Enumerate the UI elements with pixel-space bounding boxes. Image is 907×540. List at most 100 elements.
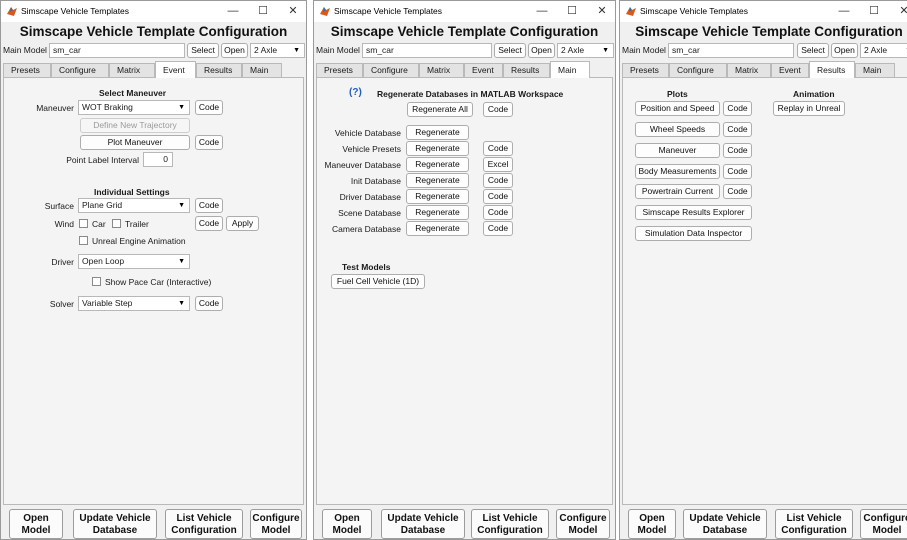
- vehicle-database-regenerate-button[interactable]: Regenerate: [406, 125, 469, 140]
- main-model-input[interactable]: sm_car: [362, 43, 492, 58]
- tab-presets[interactable]: Presets: [3, 63, 51, 77]
- maneuver-database-regenerate-button[interactable]: Regenerate: [406, 157, 469, 172]
- powertrain-current-code-button[interactable]: Code: [723, 184, 752, 199]
- wind-code-button[interactable]: Code: [195, 216, 223, 231]
- data-inspector-button[interactable]: Simulation Data Inspector: [635, 226, 752, 241]
- tab-event[interactable]: Event: [464, 63, 503, 77]
- minimize-button[interactable]: —: [830, 2, 858, 20]
- plot-maneuver-button[interactable]: Plot Maneuver: [80, 135, 190, 150]
- powertrain-current-button[interactable]: Powertrain Current: [635, 184, 720, 199]
- close-button[interactable]: ✕: [588, 2, 615, 20]
- position-speed-code-button[interactable]: Code: [723, 101, 752, 116]
- maximize-button[interactable]: ☐: [558, 2, 586, 20]
- configure-model-button[interactable]: Configure Model: [860, 509, 907, 539]
- driver-dropdown[interactable]: Open Loop ▼: [78, 254, 190, 269]
- list-configuration-button[interactable]: List Vehicle Configuration: [165, 509, 243, 539]
- configure-model-button[interactable]: Configure Model: [556, 509, 610, 539]
- wind-apply-button[interactable]: Apply: [226, 216, 259, 231]
- update-database-button[interactable]: Update Vehicle Database: [73, 509, 157, 539]
- close-button[interactable]: ✕: [890, 2, 907, 20]
- init-database-code-button[interactable]: Code: [483, 173, 513, 188]
- tab-main[interactable]: Main: [242, 63, 282, 77]
- tab-results[interactable]: Results: [809, 61, 855, 78]
- body-measurements-button[interactable]: Body Measurements: [635, 164, 720, 179]
- minimize-button[interactable]: —: [528, 2, 556, 20]
- tab-results[interactable]: Results: [503, 63, 550, 77]
- configure-model-button[interactable]: Configure Model: [250, 509, 302, 539]
- select-button[interactable]: Select: [187, 43, 219, 58]
- select-button[interactable]: Select: [797, 43, 829, 58]
- close-button[interactable]: ✕: [279, 2, 306, 20]
- maximize-button[interactable]: ☐: [249, 2, 277, 20]
- position-speed-button[interactable]: Position and Speed: [635, 101, 720, 116]
- wind-trailer-checkbox[interactable]: [112, 219, 121, 228]
- vehicle-presets-code-button[interactable]: Code: [483, 141, 513, 156]
- open-model-line1: Open: [639, 513, 665, 524]
- open-model-button[interactable]: Open Model: [322, 509, 372, 539]
- tab-matrix[interactable]: Matrix: [109, 63, 155, 77]
- maneuver-code-button[interactable]: Code: [195, 100, 223, 115]
- maneuver-dropdown[interactable]: WOT Braking ▼: [78, 100, 190, 115]
- maneuver-database-excel-button[interactable]: Excel: [483, 157, 513, 172]
- tab-configure[interactable]: Configure: [51, 63, 109, 77]
- pace-car-checkbox[interactable]: [92, 277, 101, 286]
- maximize-button[interactable]: ☐: [860, 2, 888, 20]
- results-panel: Plots Animation Position and Speed Code …: [622, 77, 907, 505]
- wind-car-checkbox[interactable]: [79, 219, 88, 228]
- open-button[interactable]: Open: [528, 43, 555, 58]
- solver-code-button[interactable]: Code: [195, 296, 223, 311]
- tab-matrix[interactable]: Matrix: [727, 63, 771, 77]
- axle-dropdown[interactable]: 2 Axle▼: [250, 43, 305, 58]
- open-button[interactable]: Open: [831, 43, 858, 58]
- tab-configure[interactable]: Configure: [669, 63, 727, 77]
- open-model-button[interactable]: Open Model: [9, 509, 63, 539]
- main-model-input[interactable]: sm_car: [49, 43, 185, 58]
- axle-dropdown[interactable]: 2 Axle▼: [860, 43, 907, 58]
- point-label-interval-input[interactable]: 0: [143, 152, 173, 167]
- plot-code-button[interactable]: Code: [195, 135, 223, 150]
- update-database-button[interactable]: Update Vehicle Database: [381, 509, 465, 539]
- update-database-button[interactable]: Update Vehicle Database: [683, 509, 767, 539]
- help-link[interactable]: (?): [349, 87, 362, 98]
- tab-matrix[interactable]: Matrix: [419, 63, 464, 77]
- regenerate-all-code-button[interactable]: Code: [483, 102, 513, 117]
- solver-dropdown[interactable]: Variable Step ▼: [78, 296, 190, 311]
- tab-results[interactable]: Results: [196, 63, 242, 77]
- fuel-cell-vehicle-button[interactable]: Fuel Cell Vehicle (1D): [331, 274, 425, 289]
- init-database-regenerate-button[interactable]: Regenerate: [406, 173, 469, 188]
- body-measurements-code-button[interactable]: Code: [723, 164, 752, 179]
- camera-database-code-button[interactable]: Code: [483, 221, 513, 236]
- open-model-button[interactable]: Open Model: [628, 509, 676, 539]
- list-configuration-button[interactable]: List Vehicle Configuration: [471, 509, 549, 539]
- camera-database-regenerate-button[interactable]: Regenerate: [406, 221, 469, 236]
- tab-presets[interactable]: Presets: [622, 63, 669, 77]
- tab-main[interactable]: Main: [550, 61, 590, 78]
- surface-code-button[interactable]: Code: [195, 198, 223, 213]
- tab-event[interactable]: Event: [771, 63, 809, 77]
- surface-dropdown[interactable]: Plane Grid ▼: [78, 198, 190, 213]
- maneuver-code-button[interactable]: Code: [723, 143, 752, 158]
- define-trajectory-button[interactable]: Define New Trajectory: [80, 118, 190, 133]
- main-model-input[interactable]: sm_car: [668, 43, 794, 58]
- driver-database-regenerate-button[interactable]: Regenerate: [406, 189, 469, 204]
- open-button[interactable]: Open: [221, 43, 248, 58]
- scene-database-code-button[interactable]: Code: [483, 205, 513, 220]
- vehicle-presets-regenerate-button[interactable]: Regenerate: [406, 141, 469, 156]
- regenerate-all-button[interactable]: Regenerate All: [407, 102, 473, 117]
- wheel-speeds-code-button[interactable]: Code: [723, 122, 752, 137]
- tab-main[interactable]: Main: [855, 63, 895, 77]
- list-configuration-button[interactable]: List Vehicle Configuration: [775, 509, 853, 539]
- wheel-speeds-button[interactable]: Wheel Speeds: [635, 122, 720, 137]
- unreal-animation-checkbox[interactable]: [79, 236, 88, 245]
- maneuver-button[interactable]: Maneuver: [635, 143, 720, 158]
- tab-presets[interactable]: Presets: [316, 63, 363, 77]
- tab-configure[interactable]: Configure: [363, 63, 419, 77]
- tab-event[interactable]: Event: [155, 61, 196, 78]
- select-button[interactable]: Select: [494, 43, 526, 58]
- replay-unreal-button[interactable]: Replay in Unreal: [773, 101, 845, 116]
- results-explorer-button[interactable]: Simscape Results Explorer: [635, 205, 752, 220]
- driver-database-code-button[interactable]: Code: [483, 189, 513, 204]
- minimize-button[interactable]: —: [219, 2, 247, 20]
- axle-dropdown[interactable]: 2 Axle▼: [557, 43, 614, 58]
- scene-database-regenerate-button[interactable]: Regenerate: [406, 205, 469, 220]
